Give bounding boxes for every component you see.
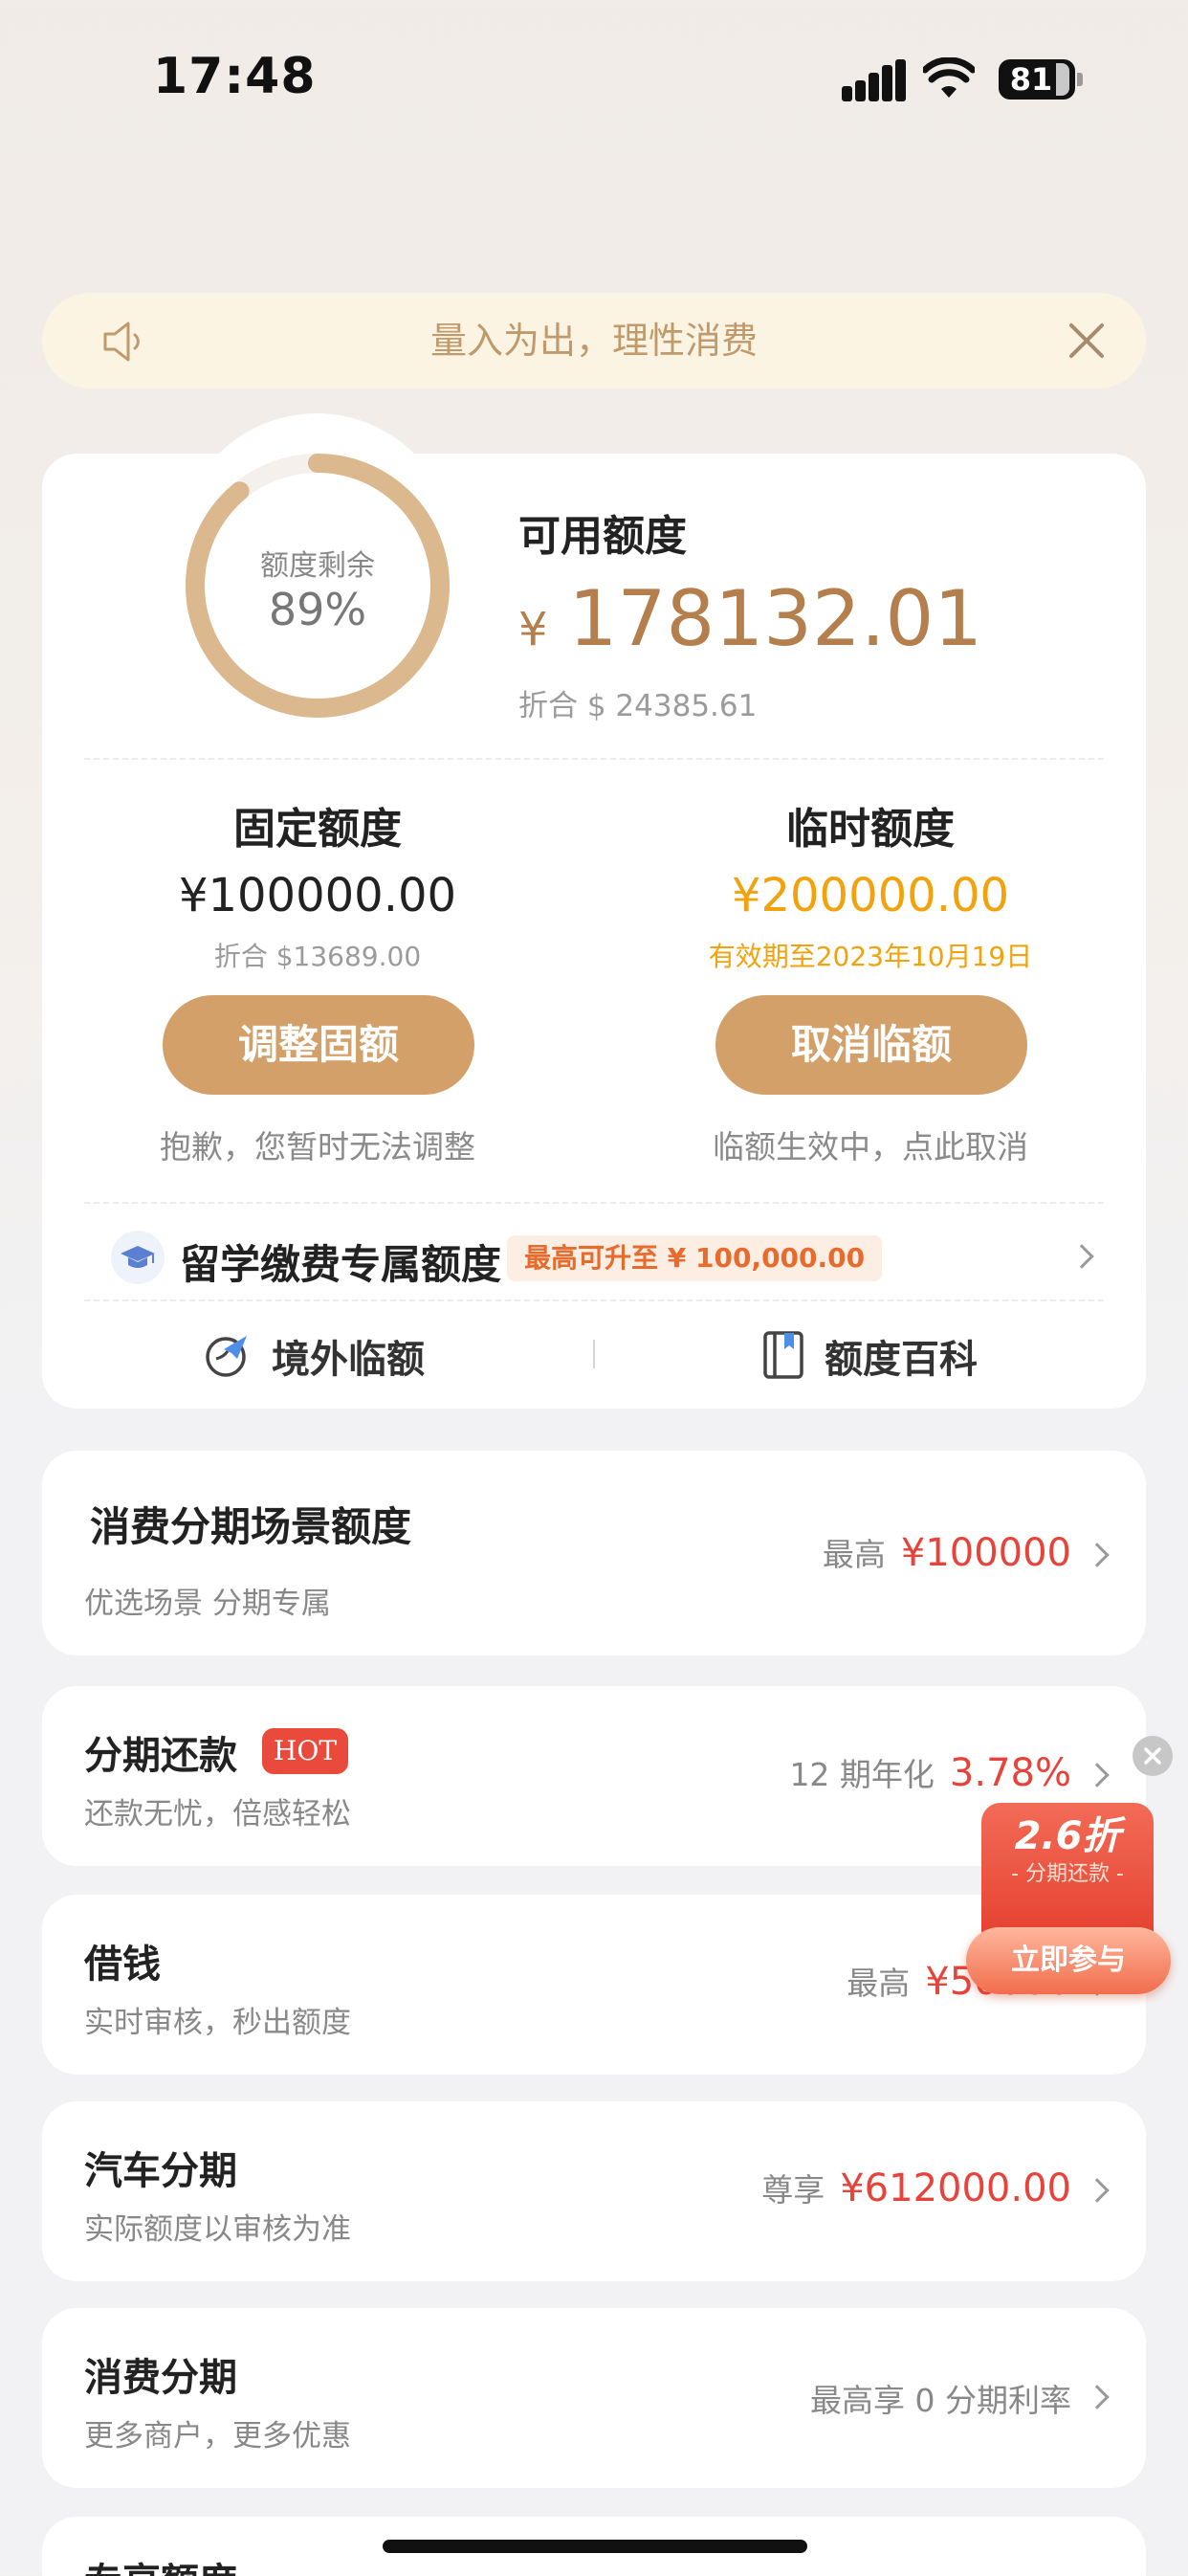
temp-credit-amount: ¥200000.00 [731, 869, 1010, 922]
list-item-right-label: 12 期年化 [789, 1756, 935, 1793]
credit-wiki-link[interactable]: 额度百科 [761, 1326, 1010, 1384]
overseas-temp-credit-link[interactable]: 境外临额 [203, 1326, 451, 1384]
study-credit-title: 留学缴费专属额度 [180, 1241, 502, 1288]
list-item-subtitle: 还款无忧，倍感轻松 [84, 1797, 351, 1832]
temp-credit-expiry: 有效期至2023年10月19日 [708, 941, 1033, 972]
hot-badge: HOT [262, 1728, 349, 1774]
divider [84, 1299, 1104, 1301]
list-item-car-installment[interactable]: 汽车分期 实际额度以审核为准 尊享 ¥612000.00 [42, 2101, 1146, 2281]
list-item-right: 尊享 ¥612000.00 [761, 2165, 1071, 2210]
list-item-title: 消费分期 [84, 2356, 237, 2400]
list-item-right-label: 尊享 [761, 2171, 825, 2209]
list-item-title: 专享额度 [84, 2551, 237, 2576]
list-item-subtitle: 实际额度以审核为准 [84, 2212, 351, 2247]
available-amount-value: 178132.01 [568, 574, 983, 663]
promo-subtitle: - 分期还款 - [1011, 1862, 1124, 1886]
fixed-credit-note: 抱歉，您暂时无法调整 [160, 1128, 475, 1166]
notice-bar[interactable]: 量入为出，理性消费 [42, 293, 1146, 389]
battery-icon: 81 [999, 59, 1075, 100]
list-item-right-value: 3.78% [949, 1751, 1071, 1795]
list-item-title: 分期还款 [84, 1734, 237, 1778]
close-icon[interactable] [1066, 320, 1108, 362]
chevron-right-icon [1085, 2385, 1110, 2409]
list-item-installment-repay[interactable]: 分期还款 还款无忧，倍感轻松 12 期年化 3.78% [42, 1686, 1146, 1866]
divider [84, 758, 1104, 760]
globe-plane-icon [206, 1336, 247, 1377]
list-item-right-value: ¥612000.00 [840, 2166, 1071, 2210]
temp-credit-title: 临时额度 [786, 805, 955, 854]
list-item-subtitle: 实时审核，秒出额度 [84, 2006, 351, 2040]
available-usd: 折合 $ 24385.61 [518, 689, 758, 723]
credit-wiki-label: 额度百科 [825, 1338, 978, 1382]
graduation-cap-icon [111, 1231, 165, 1284]
cancel-temp-credit-button[interactable]: 取消临额 [715, 995, 1027, 1095]
battery-level: 81 [1009, 61, 1053, 98]
ring-label: 额度剩余 [260, 549, 375, 583]
list-item-subtitle: 更多商户，更多优惠 [84, 2419, 351, 2454]
list-item-title: 汽车分期 [84, 2149, 237, 2193]
book-icon [763, 1331, 803, 1379]
adjust-fixed-credit-button[interactable]: 调整固额 [163, 995, 474, 1095]
promo-join-button[interactable]: 立即参与 [966, 1927, 1171, 1994]
list-item-right: 最高享 0 分期利率 [810, 2375, 1071, 2421]
status-time: 17:48 [153, 48, 317, 105]
promo-discount: 2.6折 [1014, 1814, 1121, 1858]
scene-right-label: 最高 [822, 1536, 886, 1573]
scene-right: 最高 ¥100000 [823, 1529, 1071, 1575]
fixed-credit-title: 固定额度 [233, 805, 402, 854]
divider [593, 1340, 595, 1368]
ring-percent: 89% [268, 584, 367, 635]
study-credit-badge: 最高可升至 ¥ 100,000.00 [507, 1235, 883, 1281]
available-credit-label: 可用额度 [518, 512, 687, 561]
notice-text: 量入为出，理性消费 [429, 320, 758, 362]
chevron-right-icon [1085, 1763, 1110, 1788]
close-icon [1144, 1747, 1161, 1765]
fixed-credit-amount: ¥100000.00 [178, 869, 457, 922]
chevron-right-icon [1085, 2178, 1110, 2203]
currency-symbol: ¥ [518, 603, 548, 656]
list-item-consumer-installment[interactable]: 消费分期 更多商户，更多优惠 最高享 0 分期利率 [42, 2308, 1146, 2488]
list-item-right-label: 最高 [847, 1965, 911, 2002]
available-credit-amount: ¥178132.01 [518, 574, 982, 663]
home-indicator [383, 2540, 807, 2553]
scene-title: 消费分期场景额度 [90, 1503, 412, 1550]
scene-right-value: ¥100000 [900, 1531, 1071, 1575]
list-item-right-label: 最高享 0 分期利率 [810, 2382, 1071, 2419]
temp-credit-note[interactable]: 临额生效中，点此取消 [670, 1121, 1071, 1167]
cellular-signal-icon [842, 59, 906, 101]
divider [84, 1202, 1104, 1204]
scene-subtitle: 优选场景 分期专属 [84, 1587, 331, 1621]
wifi-icon [923, 57, 975, 98]
list-item-title: 借钱 [84, 1943, 161, 1987]
fixed-credit-usd: 折合 $13689.00 [213, 941, 422, 972]
list-item-right: 12 期年化 3.78% [789, 1749, 1071, 1795]
scene-installment-card[interactable]: 消费分期场景额度 优选场景 分期专属 最高 ¥100000 [42, 1451, 1146, 1655]
battery-nub [1077, 73, 1083, 86]
chevron-right-icon [1085, 1543, 1110, 1567]
overseas-temp-credit-label: 境外临额 [272, 1338, 425, 1382]
promo-close-button[interactable] [1133, 1736, 1173, 1776]
